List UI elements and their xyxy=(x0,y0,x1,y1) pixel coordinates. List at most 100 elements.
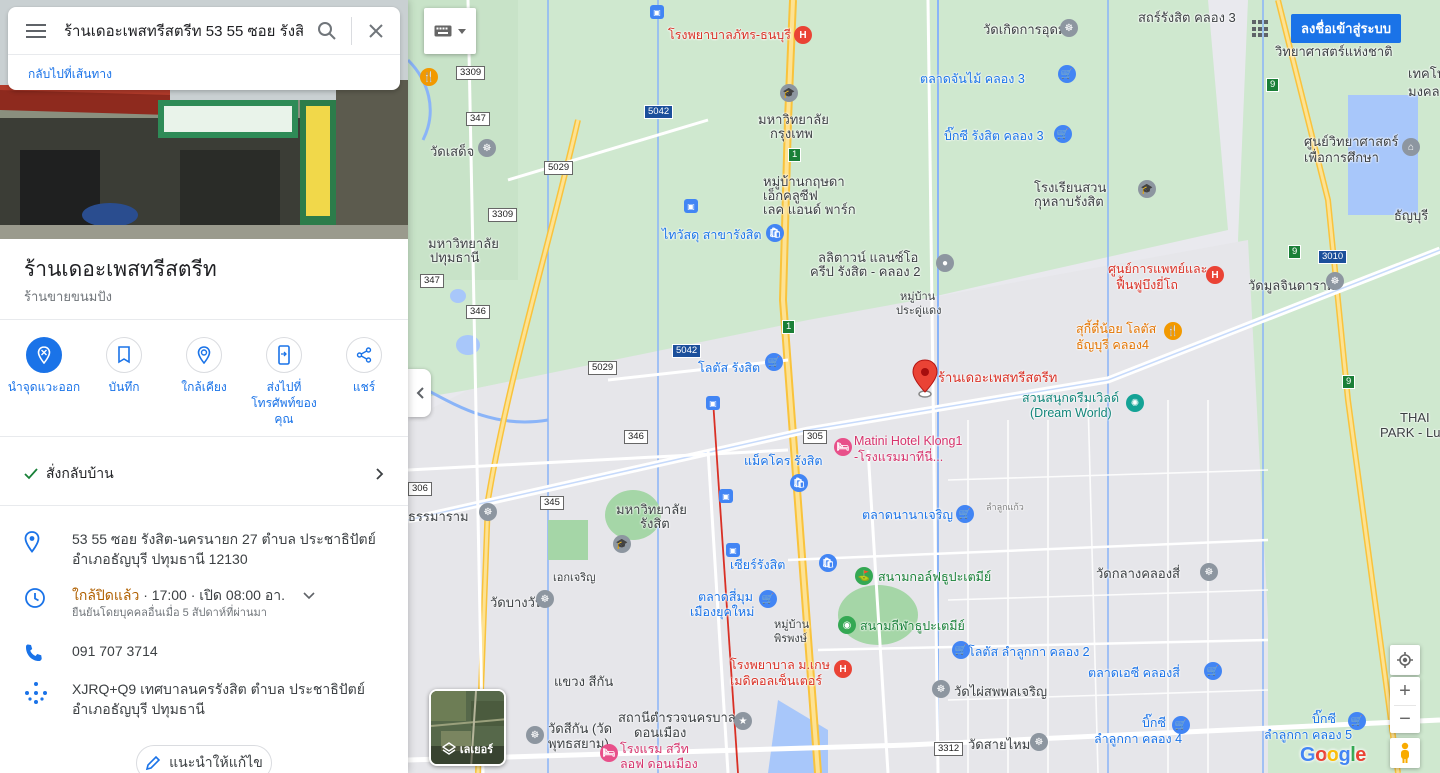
map-label-school-2[interactable]: กุหลาบรังสิต xyxy=(1034,194,1104,209)
map-label-tech-1[interactable]: เทคโนโล xyxy=(1408,66,1440,81)
shopping-icon[interactable]: 🛒 xyxy=(759,590,777,608)
map-label-village-pp-2[interactable]: พิรพงษ์ xyxy=(774,632,807,647)
transit-station-icon[interactable]: ▣ xyxy=(719,489,733,503)
hotel-icon[interactable]: 🛏 xyxy=(834,438,852,456)
hotel-icon[interactable]: 🛏 xyxy=(600,744,618,762)
map-label-lalitown-1[interactable]: ลลิตาวน์ แลนซ์โอ xyxy=(818,250,918,265)
shopping-icon[interactable]: 🛒 xyxy=(1204,662,1222,680)
map-label-village-pradu-1[interactable]: หมู่บ้าน xyxy=(900,290,935,305)
map-label-thammaram[interactable]: ธรรมาราม xyxy=(408,509,469,524)
map-label-wat-sadet[interactable]: วัดเสด็จ xyxy=(430,144,474,159)
map-label-science-2[interactable]: ศูนย์วิทยาศาสตร์ xyxy=(1304,134,1398,149)
map-label-wat-phaiphon[interactable]: วัดไผ่สพพลเจริญ xyxy=(954,684,1047,699)
keyboard-shortcuts-button[interactable] xyxy=(424,8,476,54)
shopping-icon[interactable]: 🛒 xyxy=(1348,712,1366,730)
map-label-bigc-k4-1[interactable]: บิ๊กซี xyxy=(1142,716,1166,731)
map-label-wat-koet[interactable]: วัดเกิดการอุดม xyxy=(983,22,1066,37)
map-label-thanyaburi[interactable]: ธัญบุรี xyxy=(1394,208,1428,223)
send-to-phone-button[interactable]: ส่งไปที่โทรศัพท์ของคุณ xyxy=(246,337,322,427)
map-label-uni-rangsit-1[interactable]: มหาวิทยาลัย xyxy=(616,502,687,517)
map-label-uni-krungthep-2[interactable]: กรุงเทพ xyxy=(770,126,813,141)
map-label-talat-nanajaroen[interactable]: ตลาดนานาเจริญ xyxy=(862,508,953,523)
map-label-bigc-k5-1[interactable]: บิ๊กซี xyxy=(1312,712,1336,727)
shopping-icon[interactable]: 🛒 xyxy=(1058,65,1076,83)
map-label-lotus-rangsit[interactable]: โลตัส รังสิต xyxy=(698,361,760,376)
map-label-matini-1[interactable]: Matini Hotel Klong1 xyxy=(854,434,962,449)
map-label-wat-mulchin[interactable]: วัดมูลจินดาราม xyxy=(1248,278,1335,293)
map-label-dreamworld-2[interactable]: (Dream World) xyxy=(1030,406,1112,421)
suggest-edit-button[interactable]: แนะนำให้แก้ไข xyxy=(136,745,272,773)
sign-in-button[interactable]: ลงชื่อเข้าสู่ระบบ xyxy=(1291,14,1401,43)
temple-icon[interactable]: ☸ xyxy=(478,139,496,157)
map-label-rangsit-k3[interactable]: สถร์รังสิต คลอง 3 xyxy=(1138,10,1236,25)
hospital-icon[interactable]: H xyxy=(794,26,812,44)
map-label-lalitown-2[interactable]: ครีป รังสิต - คลอง 2 xyxy=(810,264,920,279)
my-location-button[interactable] xyxy=(1390,645,1420,675)
temple-icon[interactable]: ☸ xyxy=(932,680,950,698)
map-label-sukishi-1[interactable]: สุกี้ตี๋น้อย โลตัส xyxy=(1076,322,1156,337)
map-label-village-pradu-2[interactable]: ประดู่แดง xyxy=(896,304,942,319)
selected-place-pin-icon[interactable] xyxy=(910,358,940,400)
search-button[interactable] xyxy=(303,7,351,55)
restaurant-icon[interactable]: 🍴 xyxy=(420,68,438,86)
shopping-icon[interactable]: 🛒 xyxy=(956,505,974,523)
shopping-icon[interactable]: 🛍 xyxy=(790,474,808,492)
hospital-icon[interactable]: H xyxy=(834,660,852,678)
map-label-bigc-rangsit3[interactable]: บิ๊กซี รังสิต คลอง 3 xyxy=(944,129,1044,144)
delivery-row[interactable]: สั่งกลับบ้าน xyxy=(0,456,408,492)
map-label-school-1[interactable]: โรงเรียนสวน xyxy=(1034,180,1106,195)
map-label-thai-park-1[interactable]: THAI xyxy=(1400,410,1430,425)
police-icon[interactable]: ★ xyxy=(734,712,752,730)
map-label-thaiwatsadu[interactable]: ไทวัสดุ สาขารังสิต xyxy=(662,228,762,243)
map-label-station-1[interactable]: สถานีตำรวจนครบาล xyxy=(618,710,736,725)
map-label-golf[interactable]: สนามกอล์ฟธูปะเตมีย์ xyxy=(878,570,991,585)
map-label-lotus-k2[interactable]: โลตัส ลำลูกกา คลอง 2 xyxy=(968,645,1090,660)
stadium-icon[interactable]: ◉ xyxy=(838,616,856,634)
map-label-bigc-k5-2[interactable]: ลำลูกกา คลอง 5 xyxy=(1264,728,1352,743)
shopping-icon[interactable]: 🛒 xyxy=(1054,125,1072,143)
map-label-wat-klang[interactable]: วัดกลางคลองสี่ xyxy=(1096,566,1180,581)
school-icon[interactable]: 🎓 xyxy=(780,84,798,102)
map-label-village-1[interactable]: หมู่บ้านกฤษดา xyxy=(763,174,845,189)
map-label-tech-2[interactable]: มงคล xyxy=(1408,84,1440,99)
map-label-rehab-2[interactable]: ฟื้นฟูบึงยี่โถ xyxy=(1116,278,1178,293)
map-label-talat-ae[interactable]: ตลาดเอซี คลองสี่ xyxy=(1088,666,1180,681)
map-label-village-3[interactable]: เลค แอนด์ พาร์ก xyxy=(763,202,856,217)
remove-stop-button[interactable]: นำจุดแวะออก xyxy=(6,337,82,427)
transit-station-icon[interactable]: ▣ xyxy=(684,199,698,213)
hospital-icon[interactable]: H xyxy=(1206,266,1224,284)
museum-icon[interactable]: ⌂ xyxy=(1402,138,1420,156)
map-label-bigc-k4-2[interactable]: ลำลูกกา คลอง 4 xyxy=(1094,732,1182,747)
address-row[interactable]: 53 55 ซอย รังสิต-นครนายก 27 ตำบล ประชาธิ… xyxy=(0,529,408,569)
map-label-village-2[interactable]: เอ็กคลูซีฟ xyxy=(763,188,818,203)
map-label-hospital[interactable]: โรงพยาบาลภัทร-ธนบุรี xyxy=(668,28,791,43)
map-label-talat-chanmai[interactable]: ตลาดจันไม้ คลอง 3 xyxy=(920,72,1025,87)
map-label-dreamworld-1[interactable]: สวนสนุกดรีมเวิลด์ xyxy=(1022,391,1119,406)
shopping-icon[interactable]: 🛒 xyxy=(765,353,783,371)
map-label-talat-siam-2[interactable]: เมืองยุคใหม่ xyxy=(690,605,754,620)
map-label-hotel-1[interactable]: โรงแรม สวีท xyxy=(620,742,689,757)
school-icon[interactable]: 🎓 xyxy=(1138,180,1156,198)
layers-button[interactable]: เลเยอร์ xyxy=(429,689,506,766)
amusement-park-icon[interactable]: ✺ xyxy=(1126,394,1144,412)
selected-place-label[interactable]: ร้านเดอะเพสทรีสตรีท xyxy=(938,370,1057,385)
temple-icon[interactable]: ☸ xyxy=(1200,563,1218,581)
menu-button[interactable] xyxy=(8,7,64,55)
hours-row[interactable]: ใกล้ปิดแล้ว · 17:00 · เปิด 08:00 อา. ยืน… xyxy=(0,585,408,621)
map-label-science-3[interactable]: เพื่อการศึกษา xyxy=(1304,150,1379,165)
temple-icon[interactable]: ☸ xyxy=(1030,733,1048,751)
map-label-village-pp-1[interactable]: หมู่บ้าน xyxy=(774,618,809,633)
zoom-out-button[interactable]: − xyxy=(1390,706,1420,733)
map-label-uni-pathum-2[interactable]: ปทุมธานี xyxy=(430,250,480,265)
temple-icon[interactable]: ☸ xyxy=(1326,272,1344,290)
map-label-wat-saimai[interactable]: วัดสายไหม xyxy=(968,737,1030,752)
place-icon[interactable]: ● xyxy=(936,254,954,272)
map-label-science-1[interactable]: วิทยาศาสตร์แห่งชาติ xyxy=(1275,44,1393,59)
map-label-rehab-1[interactable]: ศูนย์การแพทย์และ xyxy=(1108,262,1207,277)
transit-station-icon[interactable]: ▣ xyxy=(650,5,664,19)
map-label-ekcharoen[interactable]: เอกเจริญ xyxy=(553,571,596,586)
google-apps-icon[interactable] xyxy=(1252,20,1270,38)
phone-row[interactable]: 091 707 3714 xyxy=(0,641,408,663)
map-label-thai-park-2[interactable]: PARK - Lum xyxy=(1380,425,1440,440)
map-canvas[interactable]: โรงพยาบาลภัทร-ธนบุรี H วัดเกิดการอุดม ☸ … xyxy=(408,0,1440,773)
